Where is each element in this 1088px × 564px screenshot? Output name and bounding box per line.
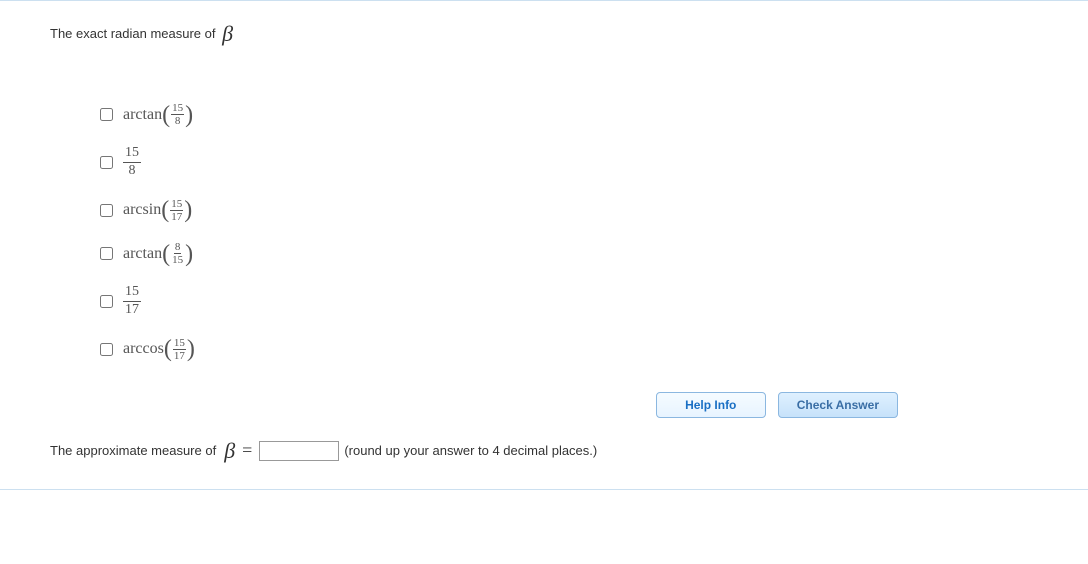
option-label: arcsin(1517) [123,198,192,223]
question-container: The exact radian measure of β arctan(158… [0,0,1088,490]
option-label: arccos(1517) [123,337,195,362]
approx-variable: β [221,438,235,464]
math-den: 8 [127,163,138,180]
option-label: arctan(158) [123,102,193,127]
math-num: 15 [171,102,184,115]
check-answer-button[interactable]: Check Answer [778,392,898,418]
math-num: 15 [173,337,186,350]
option-label: arctan(815) [123,241,193,266]
option-row: 1517 [100,284,1038,319]
question-prompt: The exact radian measure of β [50,21,1038,47]
math-func: arccos [123,340,164,358]
option-row: 158 [100,145,1038,180]
math-den: 15 [171,254,184,266]
math-num: 15 [123,284,141,302]
option-row: arcsin(1517) [100,198,1038,223]
math-den: 17 [170,211,183,223]
approx-prefix: The approximate measure of [50,443,216,458]
math-func: arcsin [123,201,161,219]
approx-hint: (round up your answer to 4 decimal place… [344,443,597,458]
button-row: Help Info Check Answer [50,392,1038,418]
option-checkbox[interactable] [100,343,113,356]
variable-symbol: β [219,21,233,46]
math-den: 8 [174,115,182,127]
math-func: arctan [123,106,162,124]
math-num: 15 [123,145,141,163]
approx-section: The approximate measure of β = (round up… [50,438,1038,464]
math-num: 15 [170,198,183,211]
option-checkbox[interactable] [100,204,113,217]
option-label: 158 [123,145,141,180]
option-checkbox[interactable] [100,108,113,121]
option-row: arctan(158) [100,102,1038,127]
option-checkbox[interactable] [100,156,113,169]
approx-answer-input[interactable] [259,441,339,461]
math-den: 17 [123,302,141,319]
math-den: 17 [173,350,186,362]
option-label: 1517 [123,284,141,319]
option-row: arccos(1517) [100,337,1038,362]
option-checkbox[interactable] [100,295,113,308]
help-info-button[interactable]: Help Info [656,392,766,418]
prompt-text: The exact radian measure of [50,26,219,41]
options-list: arctan(158) 158 arcsin(1517) arctan(815) [100,102,1038,362]
math-func: arctan [123,245,162,263]
math-num: 8 [174,241,182,254]
option-row: arctan(815) [100,241,1038,266]
option-checkbox[interactable] [100,247,113,260]
equals-sign: = [240,440,254,461]
